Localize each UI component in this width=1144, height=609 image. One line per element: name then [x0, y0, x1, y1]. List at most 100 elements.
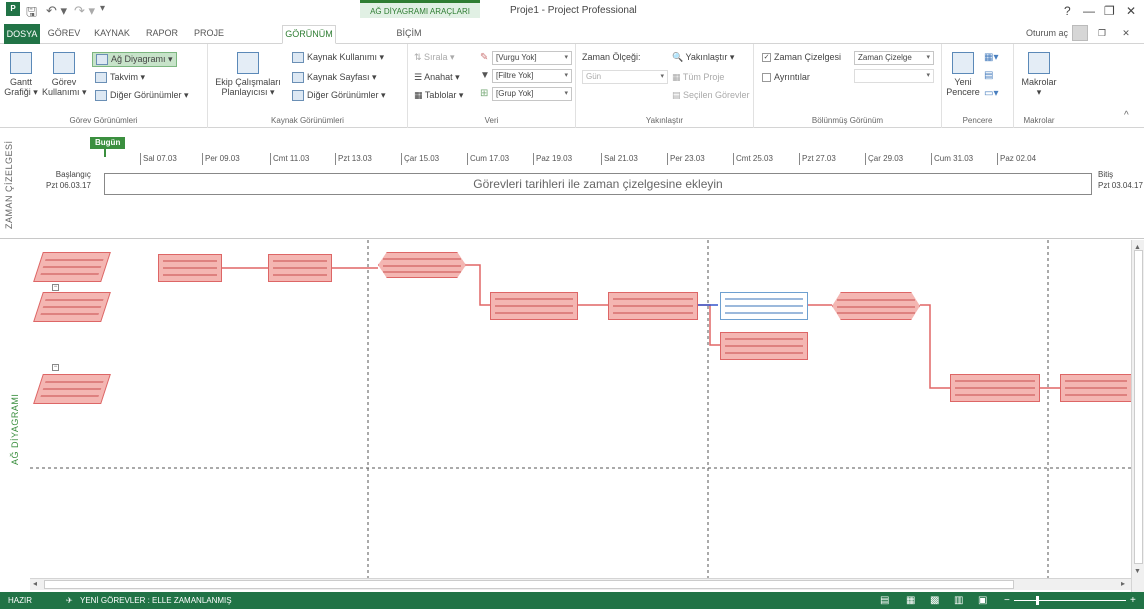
minimize-button[interactable]: — [1083, 4, 1095, 18]
horizontal-scrollbar[interactable]: ◂ ▸ [30, 578, 1131, 590]
team-planner-button[interactable]: Ekip Çalışmaları Planlayıcısı ▾ [214, 52, 282, 97]
outline-button[interactable]: ☰ Anahat ▾ [414, 72, 460, 83]
task-node-selected[interactable] [720, 292, 808, 320]
milestone-node[interactable] [33, 374, 111, 404]
gantt-chart-button[interactable]: Gantt Grafiği ▾ [4, 52, 38, 97]
arrange-all-icon[interactable]: ▦▾ [984, 52, 998, 63]
details-view-select[interactable]: ▾ [854, 69, 934, 83]
timeline-tick: Cum 31.03 [931, 153, 973, 165]
chevron-down-icon: ▾ [926, 54, 930, 61]
project-app-icon: P [6, 2, 20, 16]
tables-button[interactable]: ▦ Tablolar ▾ [414, 90, 463, 101]
scroll-left-icon[interactable]: ◂ [33, 579, 37, 588]
selected-tasks-button[interactable]: ▤ Seçilen Görevler [672, 90, 750, 101]
calendar-button[interactable]: Takvim ▾ [95, 72, 145, 84]
zoom-slider-thumb[interactable] [1036, 596, 1039, 605]
zoom-slider[interactable] [1014, 600, 1126, 601]
macros-button[interactable]: Makrolar ▾ [1018, 52, 1060, 97]
tab-task[interactable]: GÖREV [44, 25, 84, 44]
timeline-view-select[interactable]: Zaman Çizelge ▾ [854, 51, 934, 65]
team-planner-view-icon[interactable]: ▩ [930, 592, 939, 609]
switch-windows-icon[interactable]: ▭▾ [984, 88, 998, 99]
zoom-button[interactable]: 🔍 Yakınlaştır ▾ [672, 52, 734, 63]
chevron-down-icon: ▾ [564, 90, 568, 97]
new-window-button[interactable]: Yeni Pencere [946, 52, 980, 97]
customize-quick-access-icon[interactable]: ▾ [100, 3, 105, 14]
task-node[interactable] [950, 374, 1040, 402]
group-label-data: Veri [484, 116, 499, 125]
chevron-down-icon: ▾ [660, 73, 664, 80]
vertical-scrollbar[interactable]: ▲ ▼ [1131, 240, 1144, 592]
task-node[interactable] [608, 292, 698, 320]
restore-button[interactable]: ❐ [1104, 4, 1115, 18]
group-select[interactable]: [Grup Yok] ▾ [492, 87, 572, 101]
details-checkbox[interactable]: Ayrıntılar [762, 72, 810, 83]
task-usage-button[interactable]: Görev Kullanımı ▾ [42, 52, 87, 97]
timeline-bar[interactable]: Görevleri tarihleri ile zaman çizelgesin… [104, 173, 1092, 195]
timeline-tick: Çar 29.03 [865, 153, 903, 165]
ribbon-display-icon[interactable]: ❐ [1094, 25, 1110, 44]
close-document-icon[interactable]: ✕ [1118, 25, 1134, 44]
scroll-down-icon[interactable]: ▼ [1134, 568, 1141, 575]
pin-icon: ✈ [66, 596, 73, 605]
sort-button[interactable]: ⇅ Sırala ▾ [414, 52, 455, 63]
timeline-start-label: Başlangıç [55, 170, 91, 179]
scroll-right-icon[interactable]: ▸ [1121, 579, 1125, 588]
tab-report[interactable]: RAPOR [140, 25, 184, 44]
status-ready: HAZIR [8, 596, 32, 605]
macros-icon [1028, 52, 1050, 74]
group-resource-views: Ekip Çalışmaları Planlayıcısı ▾ Kaynak K… [208, 44, 408, 128]
task-node[interactable] [268, 254, 332, 282]
tab-project[interactable]: PROJE [188, 25, 230, 44]
chevron-down-icon: ▾ [564, 72, 568, 79]
milestone-node[interactable] [33, 292, 111, 322]
network-diagram-button[interactable]: Ağ Diyagramı ▾ [92, 52, 177, 68]
highlight-select[interactable]: [Vurgu Yok] ▾ [492, 51, 572, 65]
horizontal-scroll-thumb[interactable] [44, 580, 1014, 589]
collapse-icon[interactable]: − [52, 364, 59, 371]
task-usage-view-icon[interactable]: ▦ [906, 592, 915, 609]
undo-icon[interactable]: ↶ ▾ [46, 3, 67, 19]
other-views-icon [95, 90, 107, 102]
report-view-icon[interactable]: ▣ [978, 592, 987, 609]
timeline-tick: Pzt 13.03 [335, 153, 372, 165]
signin-link[interactable]: Oturum aç [1014, 25, 1068, 44]
resource-usage-button[interactable]: Kaynak Kullanımı ▾ [292, 52, 384, 64]
zoom-in-icon[interactable]: + [1130, 592, 1136, 609]
timeline-tick: Cum 17.03 [467, 153, 509, 165]
summary-node[interactable] [832, 292, 920, 320]
summary-node[interactable] [378, 252, 466, 278]
new-tasks-mode[interactable]: YENİ GÖREVLER : ELLE ZAMANLANMIŞ [80, 592, 232, 609]
task-node[interactable] [490, 292, 578, 320]
other-task-views-button[interactable]: Diğer Görünümler ▾ [95, 90, 189, 102]
collapse-icon[interactable]: − [52, 284, 59, 291]
tab-format[interactable]: BİÇİM [388, 25, 430, 44]
zoom-out-icon[interactable]: − [1004, 592, 1010, 609]
task-node[interactable] [720, 332, 808, 360]
check-icon: ✓ [762, 53, 771, 63]
filter-select[interactable]: [Filtre Yok] ▾ [492, 69, 572, 83]
group-label-resource-views: Kaynak Görünümleri [271, 116, 344, 125]
milestone-node[interactable] [33, 252, 111, 282]
timeline-checkbox[interactable]: ✓ Zaman Çizelgesi [762, 52, 841, 63]
timeline-tick: Paz 19.03 [533, 153, 572, 165]
collapse-ribbon-icon[interactable]: ^ [1124, 110, 1129, 121]
entire-project-button[interactable]: ▦ Tüm Proje [672, 72, 724, 83]
gantt-view-icon[interactable]: ▤ [880, 592, 889, 609]
vertical-scroll-thumb[interactable] [1134, 250, 1143, 564]
tab-file[interactable]: DOSYA [4, 24, 40, 44]
group-data: ⇅ Sırala ▾ ☰ Anahat ▾ ▦ Tablolar ▾ ✎ [Vu… [408, 44, 576, 128]
resource-sheet-button[interactable]: Kaynak Sayfası ▾ [292, 72, 377, 84]
help-button[interactable]: ? [1064, 4, 1071, 18]
task-node[interactable] [1060, 374, 1131, 402]
hide-window-icon[interactable]: ▤ [984, 70, 993, 81]
other-resource-views-button[interactable]: Diğer Görünümler ▾ [292, 90, 386, 102]
resource-sheet-view-icon[interactable]: ▥ [954, 592, 963, 609]
redo-icon[interactable]: ↷ ▾ [74, 3, 95, 19]
avatar[interactable] [1072, 25, 1088, 41]
task-node[interactable] [158, 254, 222, 282]
tab-resource[interactable]: KAYNAK [88, 25, 136, 44]
tab-view[interactable]: GÖRÜNÜM [282, 25, 336, 44]
timescale-select[interactable]: Gün ▾ [582, 70, 668, 84]
close-button[interactable]: ✕ [1126, 4, 1136, 18]
